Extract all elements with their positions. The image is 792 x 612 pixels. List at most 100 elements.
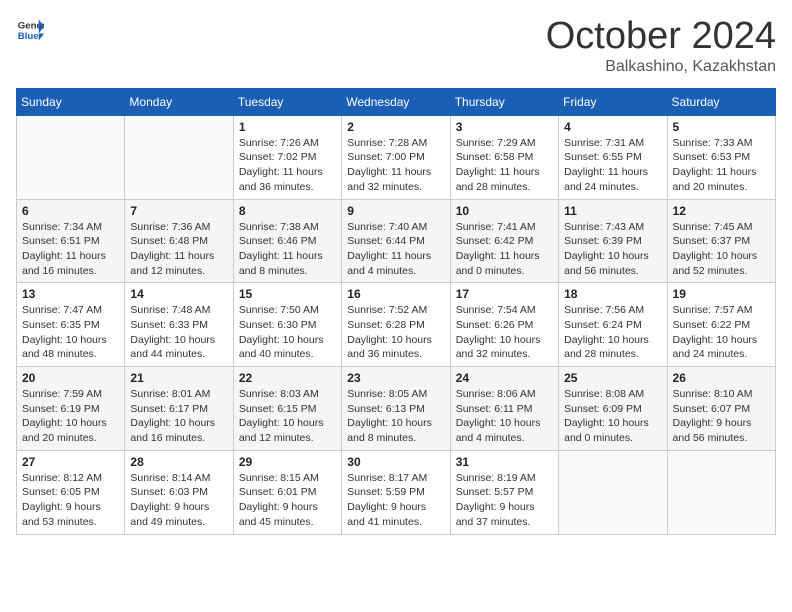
calendar-cell-w2-d2: 7 Sunrise: 7:36 AMSunset: 6:48 PMDayligh… [125,199,233,283]
calendar-cell-w4-d1: 20 Sunrise: 7:59 AMSunset: 6:19 PMDaylig… [17,367,125,451]
calendar-cell-w5-d6 [559,450,667,534]
day-info: Sunrise: 7:47 AMSunset: 6:35 PMDaylight:… [22,304,107,360]
calendar-cell-w1-d4: 2 Sunrise: 7:28 AMSunset: 7:00 PMDayligh… [342,115,450,199]
header-tuesday: Tuesday [233,88,341,115]
day-number: 16 [347,287,444,301]
day-number: 6 [22,204,119,218]
day-number: 27 [22,455,119,469]
week-row-5: 27 Sunrise: 8:12 AMSunset: 6:05 PMDaylig… [17,450,776,534]
day-info: Sunrise: 7:43 AMSunset: 6:39 PMDaylight:… [564,221,649,277]
day-info: Sunrise: 8:08 AMSunset: 6:09 PMDaylight:… [564,388,649,444]
header-friday: Friday [559,88,667,115]
page-header: General Blue October 2024 Balkashino, Ka… [16,16,776,76]
day-info: Sunrise: 7:50 AMSunset: 6:30 PMDaylight:… [239,304,324,360]
svg-text:Blue: Blue [18,31,39,42]
calendar-cell-w3-d1: 13 Sunrise: 7:47 AMSunset: 6:35 PMDaylig… [17,283,125,367]
day-info: Sunrise: 7:48 AMSunset: 6:33 PMDaylight:… [130,304,215,360]
calendar-cell-w4-d5: 24 Sunrise: 8:06 AMSunset: 6:11 PMDaylig… [450,367,558,451]
calendar-cell-w1-d6: 4 Sunrise: 7:31 AMSunset: 6:55 PMDayligh… [559,115,667,199]
calendar-cell-w1-d5: 3 Sunrise: 7:29 AMSunset: 6:58 PMDayligh… [450,115,558,199]
day-number: 19 [673,287,770,301]
day-info: Sunrise: 7:40 AMSunset: 6:44 PMDaylight:… [347,221,431,277]
header-monday: Monday [125,88,233,115]
day-info: Sunrise: 7:36 AMSunset: 6:48 PMDaylight:… [130,221,214,277]
day-info: Sunrise: 7:56 AMSunset: 6:24 PMDaylight:… [564,304,649,360]
calendar-cell-w3-d7: 19 Sunrise: 7:57 AMSunset: 6:22 PMDaylig… [667,283,775,367]
day-info: Sunrise: 8:15 AMSunset: 6:01 PMDaylight:… [239,472,319,528]
calendar-cell-w3-d4: 16 Sunrise: 7:52 AMSunset: 6:28 PMDaylig… [342,283,450,367]
calendar-cell-w1-d2 [125,115,233,199]
header-wednesday: Wednesday [342,88,450,115]
day-number: 21 [130,371,227,385]
week-row-2: 6 Sunrise: 7:34 AMSunset: 6:51 PMDayligh… [17,199,776,283]
location-title: Balkashino, Kazakhstan [546,58,776,76]
calendar-cell-w3-d5: 17 Sunrise: 7:54 AMSunset: 6:26 PMDaylig… [450,283,558,367]
day-info: Sunrise: 8:01 AMSunset: 6:17 PMDaylight:… [130,388,215,444]
logo: General Blue [16,16,44,44]
day-number: 3 [456,120,553,134]
week-row-4: 20 Sunrise: 7:59 AMSunset: 6:19 PMDaylig… [17,367,776,451]
day-info: Sunrise: 8:06 AMSunset: 6:11 PMDaylight:… [456,388,541,444]
day-info: Sunrise: 7:52 AMSunset: 6:28 PMDaylight:… [347,304,432,360]
day-number: 9 [347,204,444,218]
calendar-header-row: Sunday Monday Tuesday Wednesday Thursday… [17,88,776,115]
day-info: Sunrise: 7:54 AMSunset: 6:26 PMDaylight:… [456,304,541,360]
day-info: Sunrise: 8:19 AMSunset: 5:57 PMDaylight:… [456,472,536,528]
calendar-table: Sunday Monday Tuesday Wednesday Thursday… [16,88,776,535]
day-number: 10 [456,204,553,218]
day-number: 5 [673,120,770,134]
month-title: October 2024 [546,16,776,58]
calendar-cell-w3-d3: 15 Sunrise: 7:50 AMSunset: 6:30 PMDaylig… [233,283,341,367]
day-info: Sunrise: 7:26 AMSunset: 7:02 PMDaylight:… [239,137,323,193]
day-info: Sunrise: 8:03 AMSunset: 6:15 PMDaylight:… [239,388,324,444]
day-info: Sunrise: 8:14 AMSunset: 6:03 PMDaylight:… [130,472,210,528]
day-info: Sunrise: 7:41 AMSunset: 6:42 PMDaylight:… [456,221,540,277]
calendar-cell-w1-d7: 5 Sunrise: 7:33 AMSunset: 6:53 PMDayligh… [667,115,775,199]
day-number: 24 [456,371,553,385]
calendar-cell-w5-d1: 27 Sunrise: 8:12 AMSunset: 6:05 PMDaylig… [17,450,125,534]
calendar-cell-w2-d6: 11 Sunrise: 7:43 AMSunset: 6:39 PMDaylig… [559,199,667,283]
week-row-3: 13 Sunrise: 7:47 AMSunset: 6:35 PMDaylig… [17,283,776,367]
day-info: Sunrise: 8:05 AMSunset: 6:13 PMDaylight:… [347,388,432,444]
calendar-cell-w5-d2: 28 Sunrise: 8:14 AMSunset: 6:03 PMDaylig… [125,450,233,534]
day-info: Sunrise: 7:28 AMSunset: 7:00 PMDaylight:… [347,137,431,193]
calendar-cell-w3-d2: 14 Sunrise: 7:48 AMSunset: 6:33 PMDaylig… [125,283,233,367]
calendar-cell-w2-d4: 9 Sunrise: 7:40 AMSunset: 6:44 PMDayligh… [342,199,450,283]
calendar-cell-w2-d1: 6 Sunrise: 7:34 AMSunset: 6:51 PMDayligh… [17,199,125,283]
calendar-cell-w2-d7: 12 Sunrise: 7:45 AMSunset: 6:37 PMDaylig… [667,199,775,283]
header-sunday: Sunday [17,88,125,115]
calendar-cell-w5-d4: 30 Sunrise: 8:17 AMSunset: 5:59 PMDaylig… [342,450,450,534]
day-number: 15 [239,287,336,301]
calendar-cell-w4-d7: 26 Sunrise: 8:10 AMSunset: 6:07 PMDaylig… [667,367,775,451]
calendar-cell-w5-d5: 31 Sunrise: 8:19 AMSunset: 5:57 PMDaylig… [450,450,558,534]
calendar-cell-w2-d3: 8 Sunrise: 7:38 AMSunset: 6:46 PMDayligh… [233,199,341,283]
day-info: Sunrise: 7:31 AMSunset: 6:55 PMDaylight:… [564,137,648,193]
day-info: Sunrise: 7:34 AMSunset: 6:51 PMDaylight:… [22,221,106,277]
day-number: 26 [673,371,770,385]
calendar-cell-w4-d6: 25 Sunrise: 8:08 AMSunset: 6:09 PMDaylig… [559,367,667,451]
day-info: Sunrise: 7:59 AMSunset: 6:19 PMDaylight:… [22,388,107,444]
day-number: 11 [564,204,661,218]
day-number: 14 [130,287,227,301]
calendar-cell-w1-d1 [17,115,125,199]
day-info: Sunrise: 7:38 AMSunset: 6:46 PMDaylight:… [239,221,323,277]
day-info: Sunrise: 7:29 AMSunset: 6:58 PMDaylight:… [456,137,540,193]
day-number: 8 [239,204,336,218]
day-number: 12 [673,204,770,218]
day-number: 20 [22,371,119,385]
day-info: Sunrise: 7:33 AMSunset: 6:53 PMDaylight:… [673,137,757,193]
calendar-cell-w4-d4: 23 Sunrise: 8:05 AMSunset: 6:13 PMDaylig… [342,367,450,451]
day-number: 23 [347,371,444,385]
day-number: 28 [130,455,227,469]
day-number: 13 [22,287,119,301]
day-number: 30 [347,455,444,469]
calendar-cell-w5-d3: 29 Sunrise: 8:15 AMSunset: 6:01 PMDaylig… [233,450,341,534]
day-info: Sunrise: 8:17 AMSunset: 5:59 PMDaylight:… [347,472,427,528]
day-info: Sunrise: 8:10 AMSunset: 6:07 PMDaylight:… [673,388,753,444]
calendar-cell-w4-d2: 21 Sunrise: 8:01 AMSunset: 6:17 PMDaylig… [125,367,233,451]
day-number: 7 [130,204,227,218]
day-number: 31 [456,455,553,469]
day-info: Sunrise: 7:45 AMSunset: 6:37 PMDaylight:… [673,221,758,277]
day-info: Sunrise: 7:57 AMSunset: 6:22 PMDaylight:… [673,304,758,360]
day-number: 22 [239,371,336,385]
